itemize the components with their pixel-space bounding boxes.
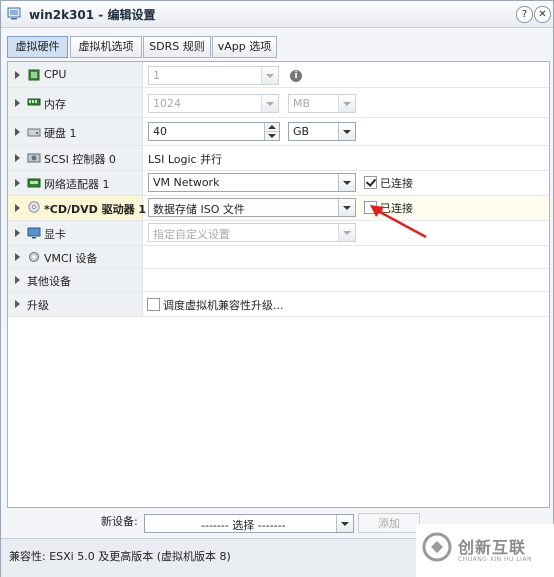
video-settings-select[interactable]: 指定自定义设置 bbox=[148, 223, 356, 242]
chevron-down-icon bbox=[261, 67, 278, 84]
row-hard-disk: 硬盘 1 40 GB bbox=[8, 118, 549, 146]
disk-size-spinner[interactable]: 40 bbox=[148, 122, 280, 141]
gear-device-icon bbox=[29, 252, 39, 262]
row-other-devices: 其他设备 bbox=[8, 269, 549, 292]
expand-memory-icon[interactable] bbox=[15, 99, 20, 107]
info-icon[interactable]: i bbox=[290, 70, 302, 82]
expand-upgrade-icon[interactable] bbox=[15, 300, 20, 308]
tab-vm-options[interactable]: 虚拟机选项 bbox=[70, 36, 142, 58]
row-upgrade: 升级 调度虚拟机兼容性升级... bbox=[8, 292, 549, 317]
chevron-down-icon bbox=[261, 95, 278, 112]
spin-down-icon[interactable] bbox=[264, 132, 279, 140]
video-label: 显卡 bbox=[44, 228, 66, 241]
cpu-chip-icon bbox=[28, 69, 40, 81]
chevron-down-icon bbox=[336, 515, 353, 532]
memory-label: 内存 bbox=[44, 98, 66, 111]
cpu-label: CPU bbox=[44, 68, 67, 81]
add-device-button[interactable]: 添加 bbox=[358, 513, 420, 533]
chevron-down-icon bbox=[338, 224, 355, 241]
cddvd-source-select[interactable]: 数据存储 ISO 文件 bbox=[148, 198, 356, 217]
memory-module-icon bbox=[27, 98, 41, 106]
expand-other-icon[interactable] bbox=[15, 276, 20, 284]
memory-unit-select[interactable]: MB bbox=[288, 94, 356, 113]
network-connected-label: 已连接 bbox=[380, 177, 413, 190]
watermark-title: 创新互联 bbox=[458, 538, 527, 557]
compatibility-text: 兼容性: ESXi 5.0 及更高版本 (虚拟机版本 8) bbox=[9, 550, 231, 563]
network-label: 网络适配器 1 bbox=[44, 178, 110, 191]
vm-icon bbox=[7, 7, 21, 20]
scsi-label: SCSI 控制器 0 bbox=[44, 153, 116, 166]
disk-label: 硬盘 1 bbox=[44, 127, 77, 140]
row-scsi-controller: SCSI 控制器 0 LSI Logic 并行 bbox=[8, 146, 549, 171]
memory-size-select[interactable]: 1024 bbox=[148, 94, 279, 113]
network-connected-checkbox[interactable] bbox=[364, 176, 377, 189]
edit-settings-dialog: win2k301 - 编辑设置 ? ✕ 虚拟硬件 虚拟机选项 SDRS 规则 v… bbox=[0, 0, 554, 577]
other-devices-label: 其他设备 bbox=[27, 275, 71, 288]
hardware-list: CPU 1 i 内存 1024 MB 硬盘 1 40 GB SCSI 控制器 0… bbox=[7, 61, 550, 508]
new-device-label: 新设备: bbox=[101, 515, 138, 528]
row-network-adapter: 网络适配器 1 VM Network 已连接 bbox=[8, 171, 549, 196]
close-button[interactable]: ✕ bbox=[534, 6, 551, 23]
expand-scsi-icon[interactable] bbox=[15, 154, 20, 162]
vmci-label: VMCI 设备 bbox=[44, 252, 98, 265]
scsi-type-value: LSI Logic 并行 bbox=[148, 153, 223, 166]
window-title: win2k301 - 编辑设置 bbox=[29, 8, 156, 22]
row-cd-dvd-drive[interactable]: *CD/DVD 驱动器 1 数据存储 ISO 文件 已连接 bbox=[8, 196, 549, 221]
cd-dvd-icon bbox=[28, 201, 40, 213]
chevron-down-icon bbox=[338, 123, 355, 140]
chevron-down-icon bbox=[338, 95, 355, 112]
tab-virtual-hardware[interactable]: 虚拟硬件 bbox=[7, 36, 68, 58]
spin-up-icon[interactable] bbox=[264, 123, 279, 132]
upgrade-label: 升级 bbox=[27, 299, 49, 312]
expand-disk-icon[interactable] bbox=[15, 128, 20, 136]
chevron-down-icon bbox=[338, 174, 355, 191]
hard-disk-icon bbox=[27, 128, 41, 137]
cpu-count-select[interactable]: 1 bbox=[148, 66, 279, 85]
row-memory: 内存 1024 MB bbox=[8, 88, 549, 118]
cddvd-label: *CD/DVD 驱动器 1 bbox=[44, 203, 147, 216]
help-button[interactable]: ? bbox=[516, 6, 533, 23]
network-select[interactable]: VM Network bbox=[148, 173, 356, 192]
schedule-upgrade-label: 调度虚拟机兼容性升级... bbox=[163, 299, 284, 312]
row-cpu: CPU 1 i bbox=[8, 62, 549, 88]
scsi-controller-icon bbox=[27, 153, 41, 163]
expand-cddvd-icon[interactable] bbox=[15, 204, 20, 212]
title-bar: win2k301 - 编辑设置 ? ✕ bbox=[1, 1, 553, 28]
expand-vmci-icon[interactable] bbox=[15, 253, 20, 261]
chevron-down-icon bbox=[338, 199, 355, 216]
expand-cpu-icon[interactable] bbox=[15, 71, 20, 79]
brand-logo-icon bbox=[422, 532, 452, 562]
row-video-card: 显卡 指定自定义设置 bbox=[8, 221, 549, 246]
tab-sdrs-rules[interactable]: SDRS 规则 bbox=[143, 36, 211, 58]
row-vmci-device: VMCI 设备 bbox=[8, 246, 549, 269]
annotation-arrow-icon bbox=[370, 205, 427, 239]
new-device-select[interactable]: ------- 选择 ------- bbox=[144, 514, 354, 533]
monitor-icon bbox=[27, 227, 41, 239]
expand-network-icon[interactable] bbox=[15, 179, 20, 187]
expand-video-icon[interactable] bbox=[15, 229, 20, 237]
tab-vapp-options[interactable]: vApp 选项 bbox=[212, 36, 277, 58]
disk-unit-select[interactable]: GB bbox=[288, 122, 356, 141]
network-adapter-icon bbox=[27, 178, 41, 188]
schedule-upgrade-checkbox[interactable] bbox=[147, 298, 160, 311]
watermark: 创新互联 CHUANG XIN HU LIAN bbox=[416, 524, 554, 577]
watermark-subtitle: CHUANG XIN HU LIAN bbox=[458, 556, 533, 563]
